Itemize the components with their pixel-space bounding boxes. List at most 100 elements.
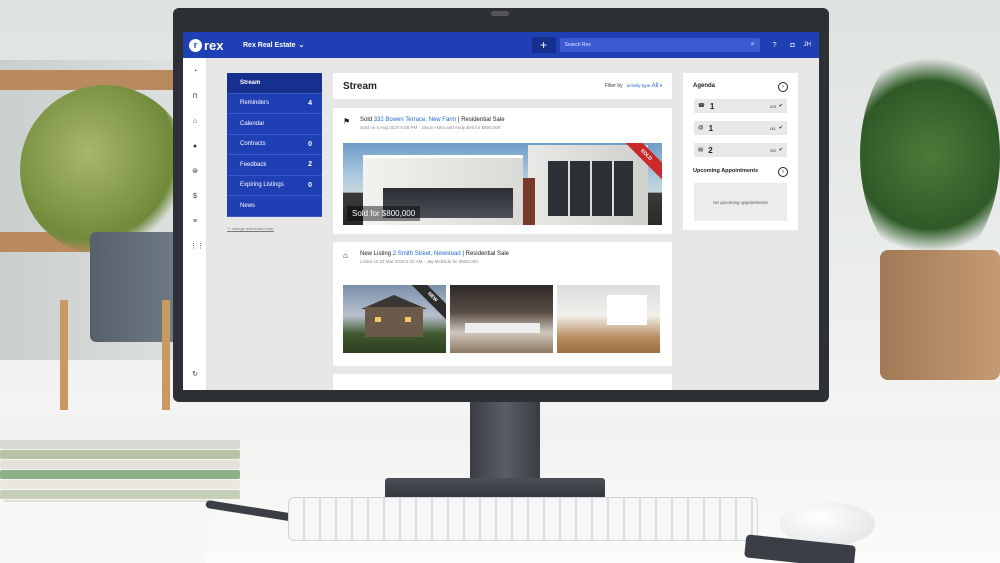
menu-item-label: Reminders [240,100,270,107]
plus-icon: + [540,38,548,52]
agenda-row-calls[interactable]: ☎ 1 2/3 ✔ [694,99,787,113]
card-type: Residential Sale [461,117,505,123]
at-icon: @ [698,125,704,131]
magazine-stack [0,470,240,479]
menu-item-label: News [240,202,256,209]
menu-item-label: Contracts [240,141,266,148]
check-icon: ✔ [778,147,783,153]
search-icon[interactable]: ⌕ [751,41,755,49]
keyboard [288,497,758,541]
menu-item-count: 4 [308,99,312,107]
listing-photo-exterior[interactable]: NEW [343,285,446,353]
menu-item-count: 0 [308,181,312,189]
appointments-next-button[interactable]: › [778,167,788,177]
user-avatar[interactable]: JH [804,42,811,48]
upcoming-appointments-title: Upcoming Appointments [693,168,759,174]
property-link[interactable]: 332 Bowen Terrace, New Farm [374,117,457,123]
house-plus-icon: ⌂ [343,251,348,260]
photo-brick-column [523,178,535,225]
logo-text: rex [204,37,224,53]
dashboard-menu: Stream Reminders 4 Calendar Contracts 0 Fe… [227,73,322,217]
agenda-row-tasks[interactable]: ▤ 2 0/2 ✔ [694,143,787,157]
stream-card-new-listing[interactable]: ⌂ New Listing 2 Smith Street, Newstead |… [333,242,672,366]
search-input[interactable] [564,42,725,48]
finance-icon[interactable]: $ [190,192,200,202]
agenda-panel: Agenda › ☎ 1 2/3 ✔ @ 1 0/1 ✔ ▤ 2 0/2 ✔ U… [683,73,798,230]
magazine-stack [0,460,240,469]
sold-sign-icon: ⚑ [343,117,351,126]
notifications-button[interactable]: ◘ [786,38,800,52]
menu-item-stream[interactable]: Stream [227,73,322,94]
card-type: Residential Sale [465,251,509,257]
rex-logo-icon: r [189,38,202,52]
menu-item-label: Feedback [240,161,267,168]
app-screen: r rex Rex Real Estate ⌄ + ⌕ ? ◘ JH ◔ ⊓ ⌂… [183,32,819,390]
account-switcher[interactable]: Rex Real Estate ⌄ [243,41,304,50]
card-separator: | [462,251,464,257]
card-headline: Sold 332 Bowen Terrace, New Farm | Resid… [360,117,505,123]
stream-card-sold[interactable]: ⚑ Sold 332 Bowen Terrace, New Farm | Res… [333,108,672,234]
background-plant-right [860,40,1000,270]
no-appointments-message: No upcoming appointments [694,183,787,221]
webcam [491,11,509,16]
clipboard-icon: ▤ [698,147,704,153]
agenda-row-emails[interactable]: @ 1 0/1 ✔ [694,121,787,135]
filter-key: activity type [626,83,651,88]
apps-grid-icon[interactable]: ⋮⋮ [190,242,204,252]
agenda-next-button[interactable]: › [778,82,788,92]
magazine-stack [0,490,240,499]
menu-item-contracts[interactable]: Contracts 0 [227,135,322,155]
menu-item-calendar[interactable]: Calendar [227,114,322,135]
reports-icon[interactable]: ≡ [190,217,200,227]
change-dashboard-label: change dashboard user [231,226,274,231]
menu-item-feedback[interactable]: Feedback 2 [227,155,322,176]
background-plant [20,85,190,255]
stream-header: Stream Filter by activity type All ▾ [333,73,672,99]
search-bar[interactable]: ⌕ [559,38,760,52]
plant-stand [60,300,170,410]
card-headline: New Listing 2 Smith Street, Newstead | R… [360,251,509,257]
listing-photo-kitchen[interactable] [450,285,553,353]
menu-item-news[interactable]: News [227,196,322,217]
properties-icon[interactable]: ⌂ [190,117,200,127]
monitor: r rex Rex Real Estate ⌄ + ⌕ ? ◘ JH ◔ ⊓ ⌂… [173,8,829,402]
menu-item-reminders[interactable]: Reminders 4 [227,94,322,114]
menu-item-expiring-listings[interactable]: Expiring Listings 0 [227,176,322,196]
magazine-stack [0,480,240,489]
inbox-icon: ◘ [790,41,795,49]
photo-counter [465,323,540,333]
contacts-icon[interactable]: ● [190,142,200,152]
rex-logo[interactable]: r rex [189,38,229,53]
refresh-icon[interactable]: ↻ [190,370,200,380]
open-notebook [0,500,215,563]
stream-title: Stream [343,80,377,92]
brand-name: Rex Real Estate [243,41,296,49]
card-subline: Listed on 22 Mar 2018 5:42 AM · Jay McBr… [360,259,478,264]
change-dashboard-link[interactable]: ⚇ change dashboard user [227,226,274,231]
add-button[interactable]: + [531,37,556,53]
agenda-title: Agenda [693,83,716,89]
card-subline: Sold on 5 Aug 2020 6:58 PM · Jason Holm … [360,125,501,130]
agenda-count: 2 [708,145,713,155]
dashboard-icon[interactable]: ◔ [190,67,200,77]
magazine-stack [0,440,240,449]
agenda-count: 1 [709,101,715,111]
card-prefix: Sold [360,117,373,123]
menu-item-label: Calendar [240,120,265,127]
help-button[interactable]: ? [768,38,782,52]
phone-icon: ☎ [698,103,705,109]
agenda-count: 1 [708,123,714,133]
caret-down-icon: ▾ [659,83,662,88]
agenda-fraction: 0/1 [770,125,776,131]
stream-filter[interactable]: Filter by activity type All ▾ [605,83,662,89]
filter-label: Filter by [604,83,623,89]
property-photo[interactable]: Sold for $800,000 SOLD [343,143,662,225]
check-icon: ✔ [778,125,783,131]
agenda-fraction: 0/2 [770,147,776,153]
listings-icon[interactable]: ⊓ [190,92,200,102]
leads-icon[interactable]: ⊛ [190,167,200,177]
property-link[interactable]: 2 Smith Street, Newstead [393,251,461,257]
stream-card-next[interactable] [333,374,672,390]
listing-photo-living[interactable] [557,285,660,353]
help-icon: ? [772,41,777,49]
